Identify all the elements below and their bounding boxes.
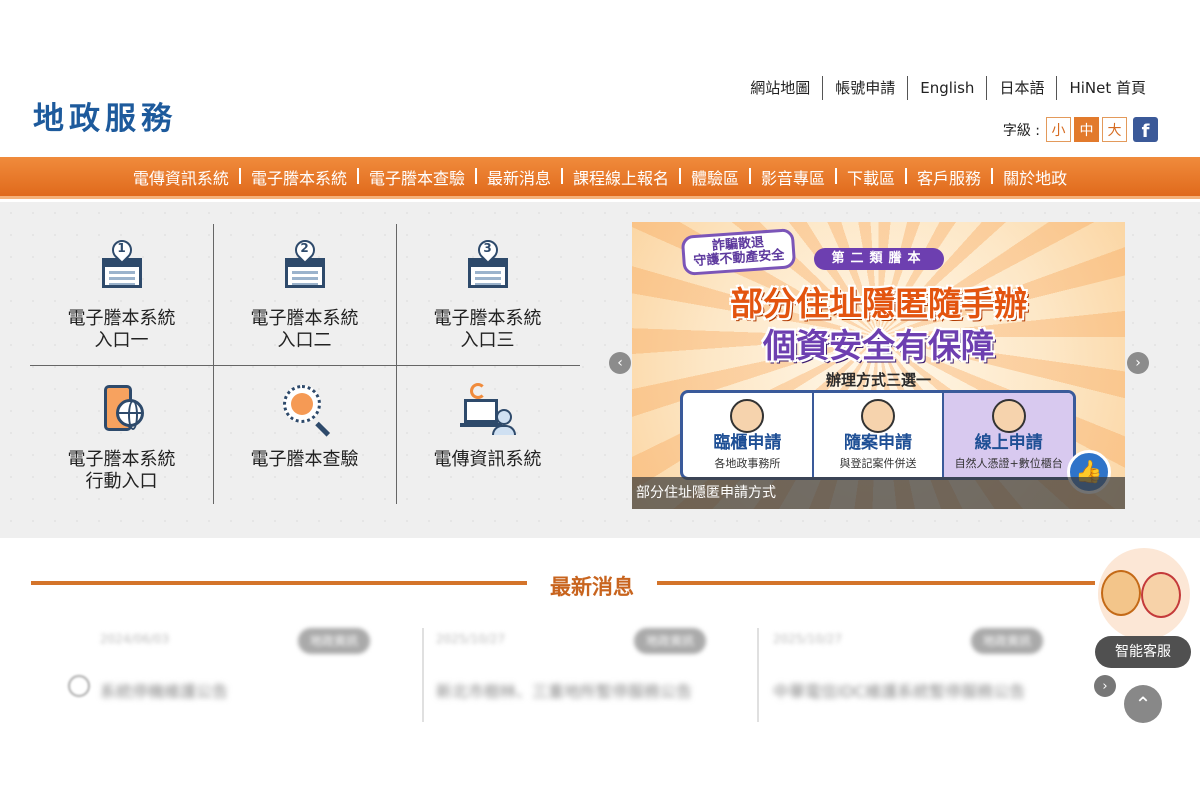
news-date: 2025/10/27 [773, 632, 843, 646]
banner-badge: 第二類謄本 [814, 248, 944, 270]
banner-subtitle: 辦理方式三選一 [825, 371, 931, 389]
news-category-badge: 地政資訊 [634, 628, 706, 654]
news-item[interactable]: 2025/10/27 地政資訊 新北市樹林、三重地所暫停服務公告 [396, 622, 716, 722]
banner-headline-2: 個資安全有保障 [763, 326, 994, 365]
banner-tag: 詐騙散退 守護不動產安全 [680, 228, 797, 276]
font-size-control: 字級 : 小 中 大 f [1003, 117, 1158, 142]
font-size-large-button[interactable]: 大 [1102, 117, 1127, 142]
font-size-label: 字級 : [1002, 122, 1040, 139]
news-category-badge: 地政資訊 [971, 628, 1043, 654]
nav-item-customer-service[interactable]: 客戶服務 [905, 165, 992, 189]
nav-item-experience[interactable]: 體驗區 [678, 165, 750, 189]
quick-link-transcript-verify[interactable]: 電子謄本查驗 [213, 365, 396, 505]
link-english[interactable]: English [907, 76, 986, 100]
carousel-banner[interactable]: 詐騙散退 守護不動產安全 第二類謄本 部分住址隱匿隨手辦 個資安全有保障 辦理方式… [632, 222, 1125, 509]
quick-link-label: 電子謄本系統 入口二 [250, 308, 359, 351]
quick-link-mobile-entry[interactable]: 電子謄本系統 行動入口 [30, 365, 213, 505]
quick-link-label: 電子謄本系統 入口三 [433, 308, 542, 351]
nav-item-about[interactable]: 關於地政 [991, 165, 1078, 189]
news-headline: 新北市樹林、三重地所暫停服務公告 [436, 682, 693, 701]
nav-item-download[interactable]: 下載區 [835, 165, 906, 189]
quick-link-entry-2[interactable]: 2 電子謄本系統 入口二 [213, 224, 396, 364]
magnifier-person-icon [277, 381, 333, 437]
person-icon [861, 399, 895, 433]
carousel-prev-button[interactable]: ‹ [609, 352, 631, 374]
banner-headline-1: 部分住址隱匿隨手辦 [730, 284, 1027, 323]
link-account-apply[interactable]: 帳號申請 [822, 76, 907, 100]
mascot-icon [1141, 572, 1181, 618]
font-size-medium-button[interactable]: 中 [1074, 117, 1099, 142]
page: 地政服務 網站地圖 帳號申請 English 日本語 HiNet 首頁 字級 :… [0, 0, 1200, 800]
quick-link-grid: 1 電子謄本系統 入口一 2 電子謄本系統 入口二 3 電子謄本系統 入口三 電… [30, 224, 580, 506]
person-icon [991, 399, 1026, 433]
nav-item-transcript-verify[interactable]: 電子謄本查驗 [356, 165, 476, 189]
quick-link-entry-3[interactable]: 3 電子謄本系統 入口三 [396, 224, 579, 364]
carousel-next-button[interactable]: › [1127, 352, 1149, 374]
news-headline: 中華電信IDC維護系統暫停服務公告 [773, 682, 1026, 701]
quick-link-label: 電子謄本系統 入口一 [67, 308, 176, 351]
quick-link-label: 電子謄本查驗 [250, 449, 359, 470]
news-section-title: 最新消息 [550, 575, 634, 599]
nav-item-e-transcript[interactable]: 電子謄本系統 [238, 165, 358, 189]
laptop-user-icon [459, 381, 516, 437]
window-pin-2-icon: 2 [277, 235, 333, 296]
nav-item-course-signup[interactable]: 課程線上報名 [560, 165, 680, 189]
mobile-globe-icon [94, 381, 150, 437]
font-size-small-button[interactable]: 小 [1046, 117, 1071, 142]
chatbot-label[interactable]: 智能客服 [1095, 636, 1191, 668]
back-to-top-button[interactable]: ⌃ [1124, 685, 1162, 723]
banner-option-counter: 臨櫃申請 各地政事務所 [683, 393, 812, 477]
nav-item-telecom-info[interactable]: 電傳資訊系統 [122, 165, 240, 189]
mascot-icon [1101, 570, 1141, 616]
news-date: 2025/10/27 [436, 632, 506, 646]
facebook-icon[interactable]: f [1133, 117, 1158, 142]
site-logo[interactable]: 地政服務 [33, 93, 177, 138]
quick-link-telecom-info[interactable]: 電傳資訊系統 [396, 365, 579, 505]
banner-options: 臨櫃申請 各地政事務所 隨案申請 與登記案件併送 線上申請 自然人憑證+數位櫃台 [680, 390, 1076, 480]
quick-link-label: 電子謄本系統 行動入口 [67, 449, 176, 492]
window-pin-1-icon: 1 [94, 235, 150, 296]
main-nav: 電傳資訊系統 電子謄本系統 電子謄本查驗 最新消息 課程線上報名 體驗區 影音專… [0, 157, 1200, 199]
link-sitemap[interactable]: 網站地圖 [738, 76, 822, 100]
top-links: 網站地圖 帳號申請 English 日本語 HiNet 首頁 [738, 76, 1158, 100]
news-headline: 系統停機維護公告 [100, 682, 229, 701]
news-category-badge: 地政資訊 [298, 628, 370, 654]
hero-section: 1 電子謄本系統 入口一 2 電子謄本系統 入口二 3 電子謄本系統 入口三 電… [0, 202, 1200, 538]
window-pin-3-icon: 3 [460, 235, 516, 296]
banner-option-with-case: 隨案申請 與登記案件併送 [811, 393, 943, 477]
news-date: 2024/06/03 [100, 632, 170, 646]
nav-item-video[interactable]: 影音專區 [749, 165, 836, 189]
quick-link-label: 電傳資訊系統 [433, 449, 542, 470]
banner-option-online: 線上申請 自然人憑證+數位櫃台 [942, 393, 1073, 477]
news-item[interactable]: 2025/10/27 地政資訊 中華電信IDC維護系統暫停服務公告 [733, 622, 1053, 722]
quick-link-entry-1[interactable]: 1 電子謄本系統 入口一 [30, 224, 213, 364]
news-next-button[interactable]: › [1094, 675, 1116, 697]
nav-item-news[interactable]: 最新消息 [474, 165, 562, 189]
link-japanese[interactable]: 日本語 [986, 76, 1056, 100]
link-hinet-home[interactable]: HiNet 首頁 [1056, 76, 1158, 100]
news-item[interactable]: 2024/06/03 地政資訊 系統停機維護公告 [60, 622, 380, 722]
chatbot-widget[interactable]: 智能客服 [1093, 548, 1193, 668]
banner-caption[interactable]: 部分住址隱匿申請方式 [632, 477, 1125, 509]
